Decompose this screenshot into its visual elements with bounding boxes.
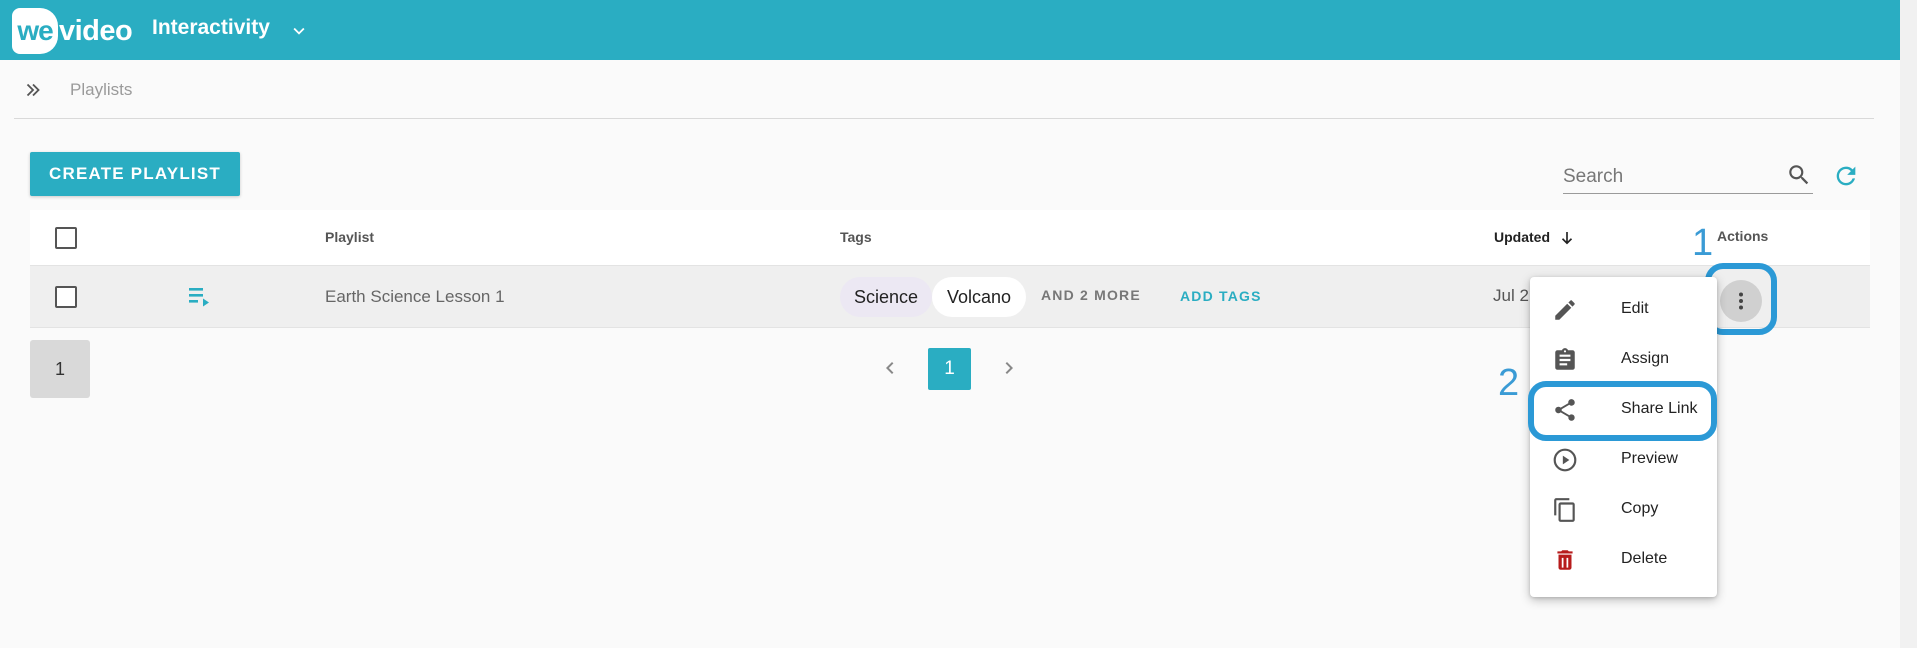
chevron-down-icon[interactable] [288,20,310,42]
breadcrumb-current: Playlists [70,80,133,99]
logo-we-text: we [17,15,53,46]
row-actions-menu: Edit Assign Share Link Preview Copy Dele… [1530,277,1717,597]
top-app-bar: we video Interactivity [0,0,1900,60]
tag-chip-science[interactable]: Science [840,277,932,317]
create-playlist-button[interactable]: CREATE PLAYLIST [30,152,240,196]
menu-label-edit: Edit [1621,300,1649,317]
tag-chip-volcano[interactable]: Volcano [932,277,1026,317]
column-header-actions: Actions [1717,228,1769,244]
chevron-left-icon[interactable] [878,356,902,380]
menu-item-assign[interactable]: Assign [1530,335,1717,385]
play-circle-icon [1553,448,1577,472]
column-header-updated[interactable]: Updated [1494,229,1550,245]
search-input[interactable] [1563,162,1773,192]
menu-item-share-link[interactable]: Share Link [1530,385,1717,435]
table-header-row: Playlist Tags Updated Actions [30,210,1870,266]
trash-icon [1557,550,1573,570]
row-actions-button[interactable] [1720,280,1762,322]
page-scrollbar[interactable] [1900,0,1917,648]
wevideo-logo[interactable]: we video [12,8,133,54]
menu-label-share-link: Share Link [1621,400,1698,417]
step-number-1: 1 [1692,222,1714,264]
menu-label-preview: Preview [1621,450,1678,467]
playlist-play-icon [189,288,209,307]
page-button-current[interactable]: 1 [928,348,971,390]
menu-label-delete: Delete [1621,550,1668,567]
copy-icon [1554,498,1575,522]
menu-label-copy: Copy [1621,500,1659,517]
add-tags-button[interactable]: ADD TAGS [1180,288,1262,304]
menu-item-preview[interactable]: Preview [1530,435,1717,485]
step-number-2: 2 [1498,362,1520,404]
refresh-icon[interactable] [1832,162,1860,190]
app-switcher-title[interactable]: Interactivity [152,16,270,40]
more-vertical-icon [1739,292,1743,310]
column-header-playlist[interactable]: Playlist [325,229,374,245]
chevron-right-icon[interactable] [997,356,1021,380]
search-icon[interactable] [1786,162,1812,188]
menu-item-edit[interactable]: Edit [1530,285,1717,335]
more-tags-label[interactable]: AND 2 MORE [1041,287,1141,303]
share-icon [1555,399,1575,421]
menu-item-delete[interactable]: Delete [1530,535,1717,585]
double-chevron-right-icon[interactable] [22,79,44,101]
column-header-tags: Tags [840,229,872,245]
menu-item-copy[interactable]: Copy [1530,485,1717,535]
updated-date: Jul 2 [1493,286,1529,305]
search-field [1563,160,1813,194]
logo-video-text: video [59,14,133,47]
breadcrumb-divider [14,118,1874,119]
row-checkbox[interactable] [55,286,77,308]
arrow-down-sort-icon[interactable] [1558,229,1576,247]
logo-badge: we [12,8,58,54]
rows-per-page-select[interactable]: 1 [30,340,90,398]
clipboard-icon [1555,348,1575,370]
menu-label-assign: Assign [1621,350,1670,367]
pencil-icon [1555,300,1575,320]
select-all-checkbox[interactable] [55,227,77,249]
playlist-name[interactable]: Earth Science Lesson 1 [325,287,505,307]
